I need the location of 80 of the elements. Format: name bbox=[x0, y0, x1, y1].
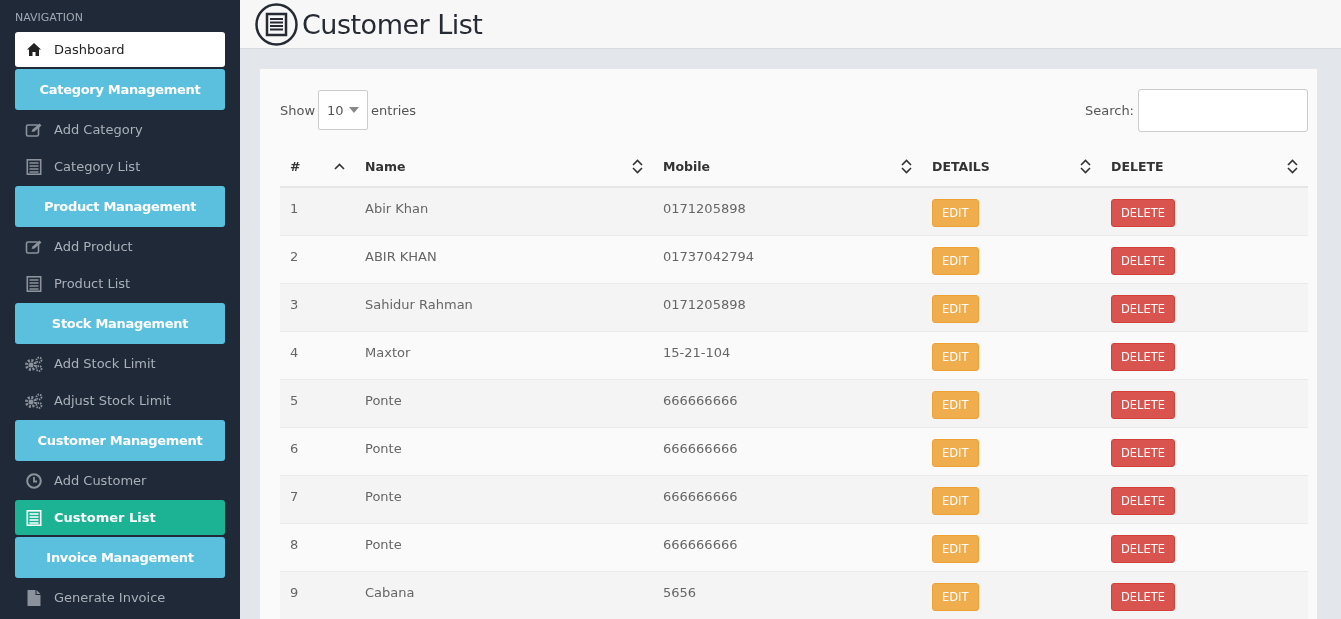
list-icon bbox=[25, 275, 43, 292]
show-label: Show bbox=[280, 102, 316, 118]
mobile-cell: 5656 bbox=[663, 584, 697, 600]
row-number: 4 bbox=[290, 344, 299, 360]
mobile-cell: 666666666 bbox=[663, 440, 738, 456]
list-icon bbox=[25, 509, 43, 526]
sidebar-item[interactable]: Dashboard bbox=[15, 32, 225, 67]
delete-button[interactable]: DELETE bbox=[1111, 582, 1176, 611]
sidebar-section-button[interactable]: Category Management bbox=[15, 69, 225, 110]
row-number: 2 bbox=[290, 248, 299, 264]
name-cell: Ponte bbox=[365, 392, 402, 408]
delete-button[interactable]: DELETE bbox=[1111, 486, 1176, 515]
sidebar-item[interactable]: Product List bbox=[15, 266, 225, 301]
edit-icon bbox=[25, 239, 43, 254]
entries-label: entries bbox=[371, 102, 417, 118]
row-number: 3 bbox=[290, 296, 299, 312]
column-header[interactable]: DETAILS bbox=[932, 158, 990, 174]
file-icon bbox=[25, 589, 43, 606]
row-number: 8 bbox=[290, 536, 299, 552]
row-number: 5 bbox=[290, 392, 299, 408]
sort-icon[interactable] bbox=[901, 158, 912, 174]
mobile-cell: 15-21-104 bbox=[663, 344, 731, 360]
name-cell: Ponte bbox=[365, 536, 402, 552]
row-number: 6 bbox=[290, 440, 299, 456]
sort-icon[interactable] bbox=[1287, 158, 1298, 174]
mobile-cell: 666666666 bbox=[663, 536, 738, 552]
mobile-cell: 0171205898 bbox=[663, 201, 746, 216]
delete-button[interactable]: DELETE bbox=[1111, 534, 1176, 563]
sidebar-item[interactable]: Add Product bbox=[15, 229, 225, 264]
name-cell: Abir Khan bbox=[365, 201, 429, 216]
sort-ascending-icon[interactable] bbox=[334, 162, 345, 170]
page-title: Customer List bbox=[302, 8, 483, 40]
mobile-cell: 01737042794 bbox=[663, 248, 754, 264]
search-label: Search: bbox=[1084, 102, 1134, 118]
mobile-cell: 666666666 bbox=[663, 488, 738, 504]
delete-button[interactable]: DELETE bbox=[1111, 246, 1176, 275]
delete-button[interactable]: DELETE bbox=[1111, 438, 1176, 467]
sidebar-section-button[interactable]: Customer Management bbox=[15, 420, 225, 461]
delete-button[interactable]: DELETE bbox=[1111, 294, 1176, 323]
gears-icon bbox=[25, 392, 43, 409]
name-cell: Ponte bbox=[365, 488, 402, 504]
page-size-dropdown[interactable]: 10 bbox=[318, 90, 369, 130]
column-header[interactable]: DELETE bbox=[1111, 158, 1164, 174]
navigation-heading: NAVIGATION bbox=[15, 11, 83, 24]
sidebar-item[interactable]: Adjust Stock Limit bbox=[15, 383, 225, 418]
sidebar-section-button[interactable]: Stock Management bbox=[15, 303, 225, 344]
mobile-cell: 666666666 bbox=[663, 392, 738, 408]
delete-button[interactable]: DELETE bbox=[1111, 390, 1176, 419]
search-field[interactable] bbox=[1138, 88, 1308, 132]
column-header[interactable]: Name bbox=[365, 158, 406, 174]
row-number: 9 bbox=[290, 584, 299, 600]
delete-button[interactable]: DELETE bbox=[1111, 342, 1176, 371]
sidebar-section-button[interactable]: Invoice Management bbox=[15, 537, 225, 578]
home-icon bbox=[25, 43, 43, 56]
column-header[interactable]: # bbox=[290, 158, 301, 174]
sidebar-section-button[interactable]: Product Management bbox=[15, 186, 225, 227]
name-cell: Ponte bbox=[365, 440, 402, 456]
caret-icon bbox=[348, 107, 359, 113]
name-cell: Maxtor bbox=[365, 344, 411, 360]
column-header[interactable]: Mobile bbox=[663, 158, 711, 174]
clock-icon bbox=[25, 472, 43, 489]
sort-icon[interactable] bbox=[632, 158, 643, 174]
sidebar-item[interactable]: Generate Invoice bbox=[15, 580, 225, 615]
sidebar-item[interactable]: Customer List bbox=[15, 500, 225, 535]
row-number: 1 bbox=[290, 201, 299, 216]
sort-icon[interactable] bbox=[1080, 158, 1091, 174]
row-number: 7 bbox=[290, 488, 299, 504]
sidebar-item[interactable]: Category List bbox=[15, 149, 225, 184]
name-cell: Sahidur Rahman bbox=[365, 296, 473, 312]
edit-icon bbox=[25, 122, 43, 137]
mobile-cell: 0171205898 bbox=[663, 296, 746, 312]
name-cell: Cabana bbox=[365, 584, 415, 600]
delete-button[interactable]: DELETE bbox=[1111, 199, 1176, 227]
list-icon bbox=[255, 2, 298, 46]
sidebar-item[interactable]: Add Customer bbox=[15, 463, 225, 498]
sidebar-item[interactable]: Add Category bbox=[15, 112, 225, 147]
sidebar-item[interactable]: Add Stock Limit bbox=[15, 346, 225, 381]
gears-icon bbox=[25, 355, 43, 372]
list-icon bbox=[25, 158, 43, 175]
name-cell: ABIR KHAN bbox=[365, 248, 437, 264]
